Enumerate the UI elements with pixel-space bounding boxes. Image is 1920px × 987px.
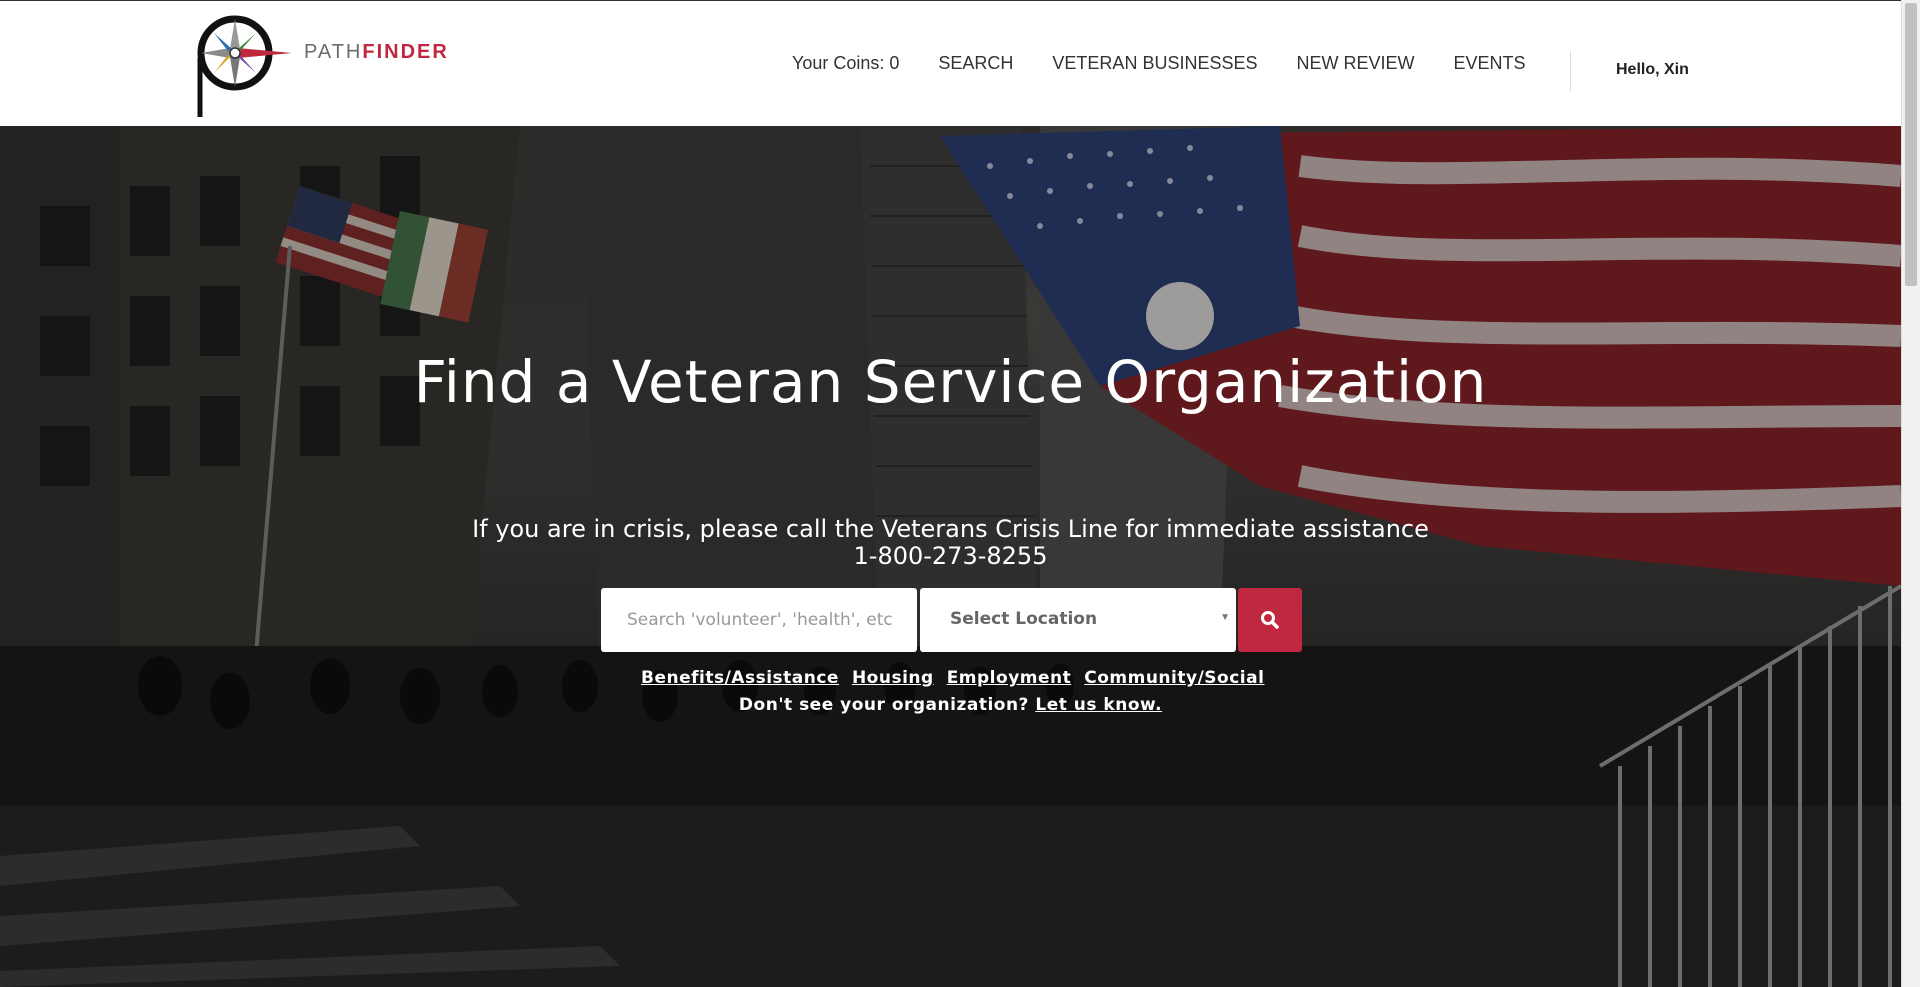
compass-logo-icon [197, 15, 292, 117]
main-nav: Your Coins: 0 SEARCH VETERAN BUSINESSES … [792, 53, 1565, 74]
nav-new-review[interactable]: NEW REVIEW [1296, 53, 1414, 74]
link-employment[interactable]: Employment [947, 668, 1072, 688]
nav-veteran-businesses[interactable]: VETERAN BUSINESSES [1052, 53, 1257, 74]
category-quick-links: Benefits/Assistance Housing Employment C… [641, 668, 1277, 688]
pathfinder-logo[interactable] [192, 13, 462, 119]
chevron-down-icon: ▼ [1220, 612, 1230, 623]
crisis-line-text: If you are in crisis, please call the Ve… [472, 515, 1429, 543]
page-scrollbar[interactable] [1901, 0, 1920, 987]
location-select[interactable]: Select Location ▼ [920, 588, 1236, 652]
let-us-know-link[interactable]: Let us know. [1035, 695, 1162, 715]
search-icon [1261, 611, 1279, 629]
link-community-social[interactable]: Community/Social [1084, 668, 1264, 688]
crisis-phone[interactable]: 1-800-273-8255 [0, 543, 1901, 570]
nav-events[interactable]: EVENTS [1454, 53, 1526, 74]
location-select-label: Select Location [950, 609, 1098, 629]
search-button[interactable] [1238, 588, 1302, 652]
link-benefits-assistance[interactable]: Benefits/Assistance [641, 668, 839, 688]
search-input[interactable] [601, 588, 917, 652]
site-header: PATHFINDER Your Coins: 0 SEARCH VETERAN … [0, 0, 1901, 126]
link-housing[interactable]: Housing [852, 668, 934, 688]
missing-org-prompt: Don't see your organization? Let us know… [0, 695, 1901, 715]
crisis-message: If you are in crisis, please call the Ve… [0, 516, 1901, 570]
logo-text-finder: FINDER [362, 41, 449, 63]
logo-wordmark: PATHFINDER [304, 41, 449, 64]
user-greeting[interactable]: Hello, Xin [1616, 61, 1689, 79]
logo-text-path: PATH [304, 41, 363, 63]
hero-title: Find a Veteran Service Organization [413, 348, 1488, 416]
nav-divider [1570, 51, 1571, 91]
scrollbar-thumb[interactable] [1905, 3, 1917, 286]
hero-section: Find a Veteran Service Organization If y… [0, 126, 1901, 987]
missing-org-text: Don't see your organization? [738, 695, 1029, 715]
search-bar: Select Location ▼ [601, 588, 1302, 652]
nav-coins[interactable]: Your Coins: 0 [792, 53, 899, 74]
nav-search[interactable]: SEARCH [938, 53, 1013, 74]
